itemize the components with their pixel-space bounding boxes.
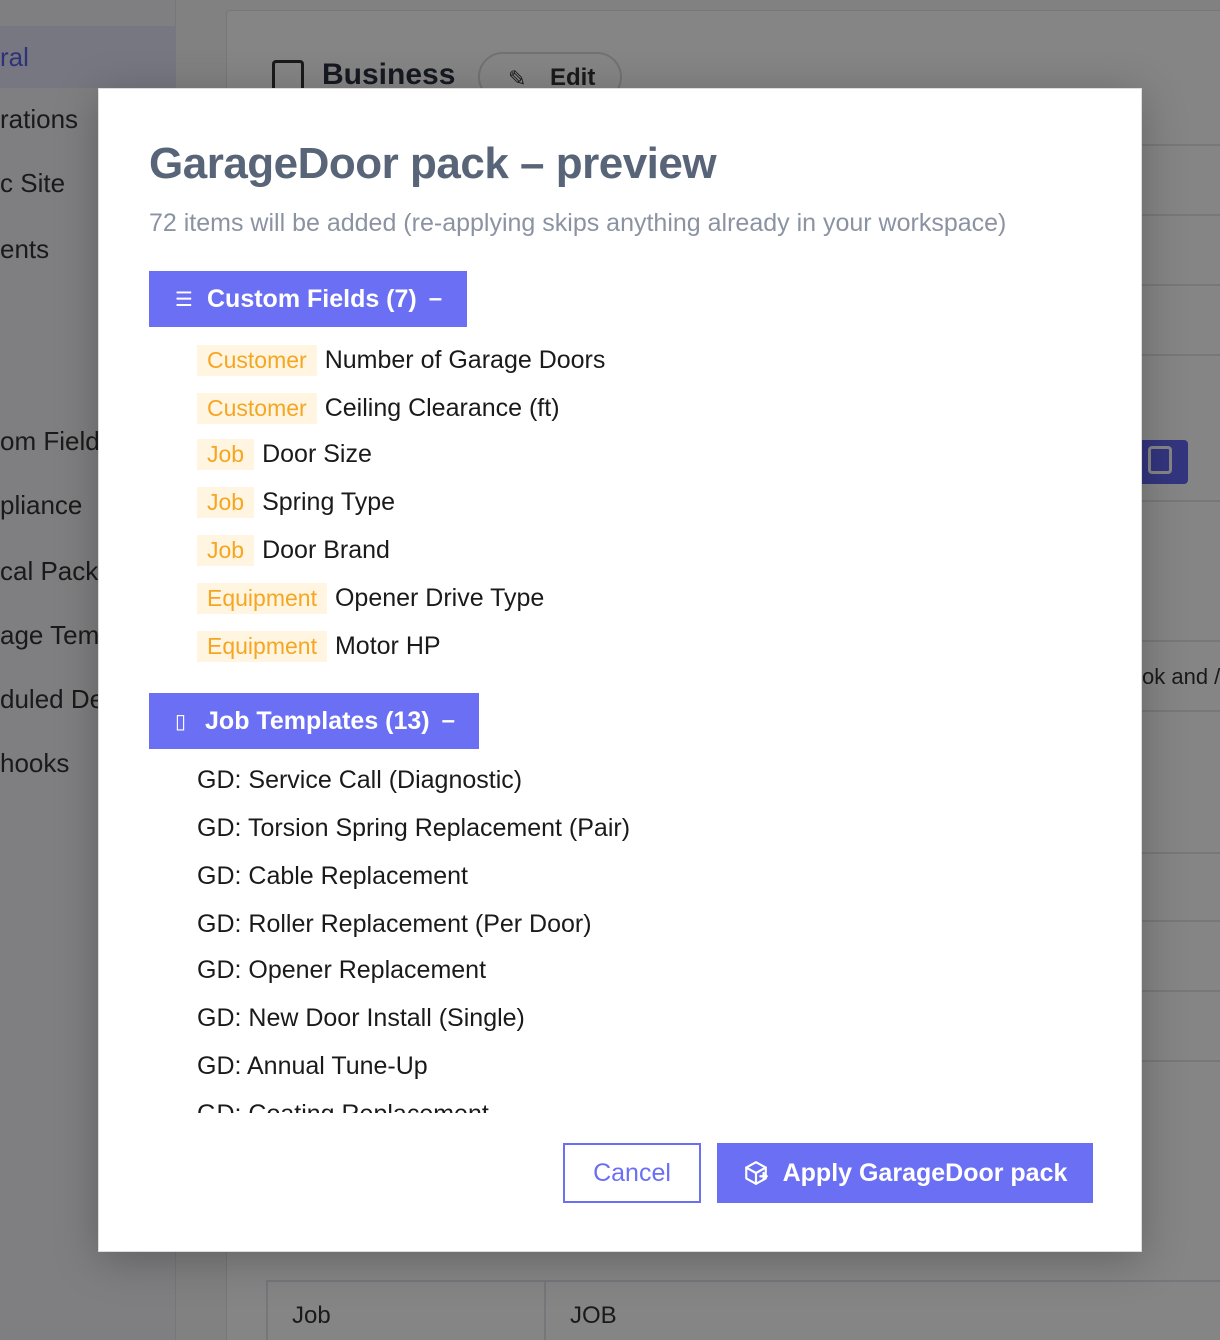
entity-tag: Customer bbox=[197, 392, 317, 424]
list-item: GD: Cable Replacement bbox=[197, 862, 468, 890]
list-item: Customer Number of Garage Doors bbox=[197, 342, 605, 378]
field-name: Door Size bbox=[262, 439, 372, 468]
list-icon: ☰ bbox=[175, 288, 193, 311]
collapse-icon: – bbox=[441, 707, 455, 734]
list-item: GD: Opener Replacement bbox=[197, 956, 487, 984]
list-item: GD: New Door Install (Single) bbox=[197, 1004, 525, 1032]
section-label: Custom Fields (7) bbox=[207, 284, 417, 313]
entity-tag: Equipment bbox=[197, 630, 327, 662]
collapse-icon: – bbox=[428, 285, 443, 312]
pack-preview-modal: GarageDoor pack – preview 72 items will … bbox=[98, 88, 1142, 1252]
entity-tag: Equipment bbox=[197, 582, 327, 614]
package-plus-icon bbox=[744, 1161, 768, 1185]
apply-label: Apply GarageDoor pack bbox=[782, 1158, 1068, 1187]
list-item: GD: Roller Replacement (Per Door) bbox=[197, 910, 592, 938]
job-templates-section-toggle[interactable]: ▯ Job Templates (13) – bbox=[149, 693, 479, 749]
modal-title: GarageDoor pack – preview bbox=[149, 139, 717, 188]
list-item: GD: Annual Tune-Up bbox=[197, 1052, 428, 1080]
field-name: Spring Type bbox=[262, 487, 396, 516]
list-item: Job Door Size bbox=[197, 436, 372, 472]
list-item: Job Door Brand bbox=[197, 532, 390, 568]
field-name: Number of Garage Doors bbox=[324, 345, 606, 374]
entity-tag: Job bbox=[197, 534, 255, 566]
field-name: Ceiling Clearance (ft) bbox=[324, 393, 560, 422]
list-item: Equipment Opener Drive Type bbox=[197, 580, 544, 616]
custom-fields-section-toggle[interactable]: ☰ Custom Fields (7) – bbox=[149, 271, 467, 327]
modal-subtitle: 72 items will be added (re-applying skip… bbox=[149, 209, 1007, 237]
entity-tag: Job bbox=[197, 486, 255, 518]
section-label: Job Templates (13) bbox=[205, 706, 430, 735]
list-item: Job Spring Type bbox=[197, 484, 395, 520]
list-item: Customer Ceiling Clearance (ft) bbox=[197, 390, 560, 426]
cancel-button[interactable]: Cancel bbox=[563, 1143, 701, 1203]
apply-pack-button[interactable]: Apply GarageDoor pack bbox=[717, 1143, 1093, 1203]
list-item: GD: Service Call (Diagnostic) bbox=[197, 766, 523, 794]
template-list-scroll[interactable]: GD: Service Call (Diagnostic) GD: Torsio… bbox=[99, 749, 1143, 1113]
list-item: Equipment Motor HP bbox=[197, 628, 441, 664]
field-name: Opener Drive Type bbox=[334, 583, 545, 612]
list-item: GD: Coating Replacement bbox=[197, 1100, 489, 1113]
field-name: Door Brand bbox=[262, 535, 390, 564]
field-name: Motor HP bbox=[334, 631, 441, 660]
clipboard-icon: ▯ bbox=[175, 710, 187, 733]
list-item: GD: Torsion Spring Replacement (Pair) bbox=[197, 814, 631, 842]
entity-tag: Customer bbox=[197, 344, 317, 376]
entity-tag: Job bbox=[197, 438, 255, 470]
